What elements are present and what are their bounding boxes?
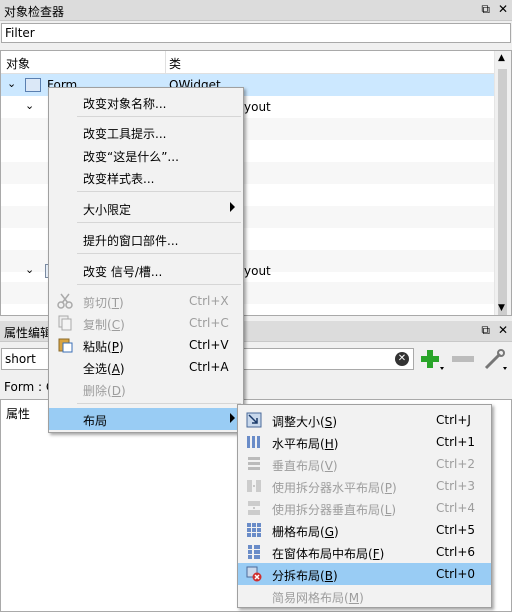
remove-property-icon[interactable] [452,356,474,362]
submenu-item-simple-grid[interactable]: 简易网格布局(M) [238,585,491,607]
form-layout-icon [246,544,262,560]
form-icon [25,78,41,92]
menu-item-stylesheet[interactable]: 改变样式表... [49,166,243,188]
adjust-size-icon [246,412,262,428]
form-label: Form : C [4,380,55,394]
filter-placeholder: Filter [5,26,35,40]
menu-item-whatsthis[interactable]: 改变“这是什么”... [49,144,243,166]
menu-item-size-constraints[interactable]: 大小限定 [49,197,243,219]
scroll-thumb[interactable] [498,69,507,315]
menu-item-layout[interactable]: 布局 [49,408,243,430]
layout-submenu: 调整大小(S) Ctrl+J 水平布局(H) Ctrl+1 垂直布局(V) Ct… [237,404,492,608]
scroll-down-icon[interactable]: ▼ [498,303,505,313]
wrench-icon[interactable] [482,348,508,372]
break-layout-icon [246,566,262,582]
object-inspector-title: 对象检查器 [4,5,65,19]
menu-item-select-all[interactable]: 全选(A) Ctrl+A [49,356,243,378]
menu-item-rename[interactable]: 改变对象名称... [49,91,243,113]
row-class: yout [244,100,271,114]
grid-layout-icon [246,522,262,538]
menu-item-signals[interactable]: 改变 信号/槽... [49,259,243,281]
close-icon[interactable]: ✕ [498,2,508,17]
filter-input[interactable]: Filter [1,23,511,43]
vertical-layout-icon [246,456,262,472]
submenu-item-splitter-vertical[interactable]: 使用拆分器垂直布局(L) Ctrl+4 [238,497,491,519]
submenu-arrow-icon [230,413,235,423]
col-object-header[interactable]: 对象 [6,55,30,72]
add-property-icon[interactable] [420,348,446,372]
submenu-item-grid-layout[interactable]: 栅格布局(G) Ctrl+5 [238,519,491,541]
splitter-vertical-icon [246,500,262,516]
tree-scrollbar[interactable]: ▲ ▼ [494,51,511,315]
menu-item-copy[interactable]: 复制(C) Ctrl+C [49,312,243,334]
object-inspector-titlebar: 对象检查器 ⧉ ✕ [0,0,512,21]
float-icon[interactable]: ⧉ [481,323,490,338]
submenu-item-form-layout[interactable]: 在窗体布局中布局(F) Ctrl+6 [238,541,491,563]
col-property-header[interactable]: 属性 [6,405,30,422]
menu-item-delete[interactable]: 删除(D) [49,378,243,400]
splitter-horizontal-icon [246,478,262,494]
menu-item-cut[interactable]: 剪切(T) Ctrl+X [49,290,243,312]
chevron-down-icon[interactable]: ⌄ [25,263,34,276]
clear-icon[interactable]: ✕ [395,352,409,366]
scroll-up-icon[interactable]: ▲ [498,53,505,63]
search-value: short [5,352,36,366]
row-class: yout [244,264,271,278]
scissors-icon [57,293,73,309]
menu-item-tooltip[interactable]: 改变工具提示... [49,121,243,143]
submenu-item-vertical-layout[interactable]: 垂直布局(V) Ctrl+2 [238,453,491,475]
tree-header: 对象 类 [1,51,495,74]
submenu-item-break-layout[interactable]: 分拆布局(B) Ctrl+0 [238,563,491,585]
horizontal-layout-icon [246,434,262,450]
menu-item-paste[interactable]: 粘贴(P) Ctrl+V [49,334,243,356]
submenu-item-horizontal-layout[interactable]: 水平布局(H) Ctrl+1 [238,431,491,453]
copy-icon [57,315,73,331]
float-icon[interactable]: ⧉ [481,2,490,17]
menu-item-promoted[interactable]: 提升的窗口部件... [49,228,243,250]
submenu-item-adjust-size[interactable]: 调整大小(S) Ctrl+J [238,409,491,431]
context-menu: 改变对象名称... 改变工具提示... 改变“这是什么”... 改变样式表...… [48,87,244,433]
submenu-item-splitter-horizontal[interactable]: 使用拆分器水平布局(P) Ctrl+3 [238,475,491,497]
property-editor-title: 属性编辑 [4,326,53,340]
chevron-down-icon[interactable]: ⌄ [25,99,34,112]
close-icon[interactable]: ✕ [498,323,508,338]
paste-icon [57,337,73,353]
chevron-down-icon[interactable]: ⌄ [7,77,16,90]
col-class-header[interactable]: 类 [169,55,181,72]
submenu-arrow-icon [230,202,235,212]
